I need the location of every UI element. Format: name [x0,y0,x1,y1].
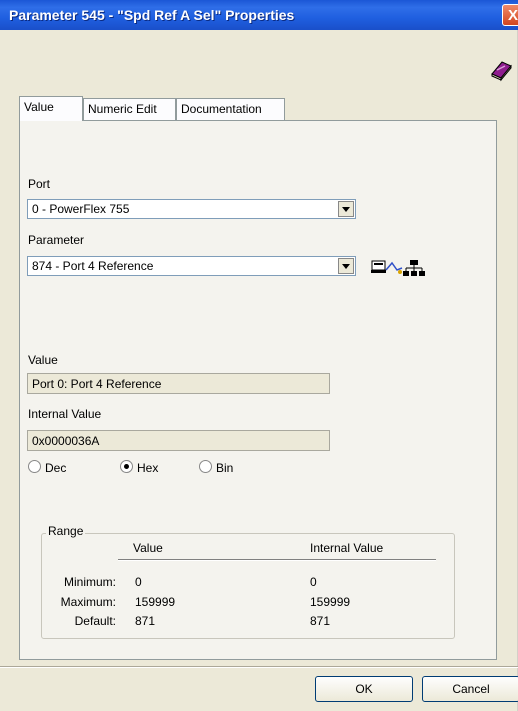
parameter-select[interactable]: 874 - Port 4 Reference [27,256,356,276]
parameter-label: Parameter [28,233,85,247]
range-row-label-min: Minimum: [63,575,116,589]
value-field: Port 0: Port 4 Reference [27,373,330,394]
internal-value-text: 0x0000036A [32,434,100,448]
help-book-icon[interactable] [489,58,513,82]
internal-value-label: Internal Value [28,407,102,421]
radio-dec-dot[interactable] [28,460,41,473]
tab-value[interactable]: Value [19,96,83,121]
range-header-divider [118,559,436,561]
port-select-value: 0 - PowerFlex 755 [32,202,130,216]
radio-bin-dot[interactable] [199,460,212,473]
cancel-button[interactable]: Cancel [422,676,518,702]
internal-value-field: 0x0000036A [27,430,330,451]
button-bar-divider [0,666,518,668]
value-label: Value [28,353,58,367]
properties-dialog: Parameter 545 - "Spd Ref A Sel" Properti… [0,0,518,711]
close-button[interactable]: X [502,4,518,26]
tab-documentation[interactable]: Documentation [176,98,285,120]
range-default-internal: 871 [310,614,331,628]
range-col-value: Value [133,541,163,555]
range-title: Range [46,524,86,538]
tab-numeric-edit[interactable]: Numeric Edit [83,98,176,120]
window-title: Parameter 545 - "Spd Ref A Sel" Properti… [9,7,295,23]
chevron-down-icon[interactable] [338,201,354,217]
range-default-value: 871 [135,614,156,628]
range-row-label-default: Default: [74,614,116,628]
radio-hex-dot[interactable] [120,460,133,473]
radio-hex[interactable]: Hex [120,460,158,475]
ok-button[interactable]: OK [315,676,413,702]
range-row-label-max: Maximum: [60,595,116,609]
range-col-internal: Internal Value [310,541,384,555]
title-bar[interactable]: Parameter 545 - "Spd Ref A Sel" Properti… [0,0,518,30]
radio-dec[interactable]: Dec [28,460,66,475]
parameter-select-value: 874 - Port 4 Reference [32,259,154,273]
network-link-icon[interactable] [370,258,436,278]
chevron-down-icon[interactable] [338,258,354,274]
range-min-internal: 0 [310,575,317,589]
range-min-value: 0 [135,575,142,589]
range-max-internal: 159999 [310,595,351,609]
port-select[interactable]: 0 - PowerFlex 755 [27,199,356,219]
radio-bin[interactable]: Bin [199,460,233,475]
range-max-value: 159999 [135,595,176,609]
value-text: Port 0: Port 4 Reference [32,377,162,391]
port-label: Port [28,177,51,191]
